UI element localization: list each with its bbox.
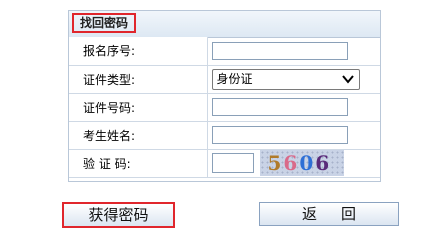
row-id-type: 证件类型: 身份证 [69,64,380,94]
reg-no-input[interactable] [211,41,348,60]
name-input[interactable] [211,126,348,144]
recover-form: 报名序号: 证件类型: 身份证 证件号码: 考生姓名: 验 证 码: 5606 [69,37,380,178]
panel-header: 找回密码 [69,11,380,38]
row-reg-no: 报名序号: [69,37,380,66]
id-type-select[interactable]: 身份证 [211,68,360,90]
row-captcha: 验 证 码: 5606 [69,148,380,178]
captcha-label: 验 证 码: [69,148,208,178]
id-type-selected-value: 身份证 [216,71,253,86]
row-id-no: 证件号码: [69,92,380,122]
recover-password-panel: 找回密码 报名序号: 证件类型: 身份证 证件号码: 考生姓名: 验 证 码: … [68,10,381,182]
id-no-input[interactable] [211,98,348,116]
captcha-text: 5606 [267,151,332,175]
reg-no-label: 报名序号: [69,37,208,66]
get-password-button[interactable]: 获得密码 [62,202,175,228]
id-no-label: 证件号码: [69,92,208,122]
row-name: 考生姓名: [69,120,380,150]
panel-title: 找回密码 [72,13,136,33]
captcha-input[interactable] [211,153,254,173]
id-type-label: 证件类型: [69,64,208,94]
name-label: 考生姓名: [69,120,208,150]
captcha-image[interactable]: 5606 [259,150,344,176]
back-button[interactable]: 返回 [259,202,399,226]
chevron-down-icon [341,74,354,84]
